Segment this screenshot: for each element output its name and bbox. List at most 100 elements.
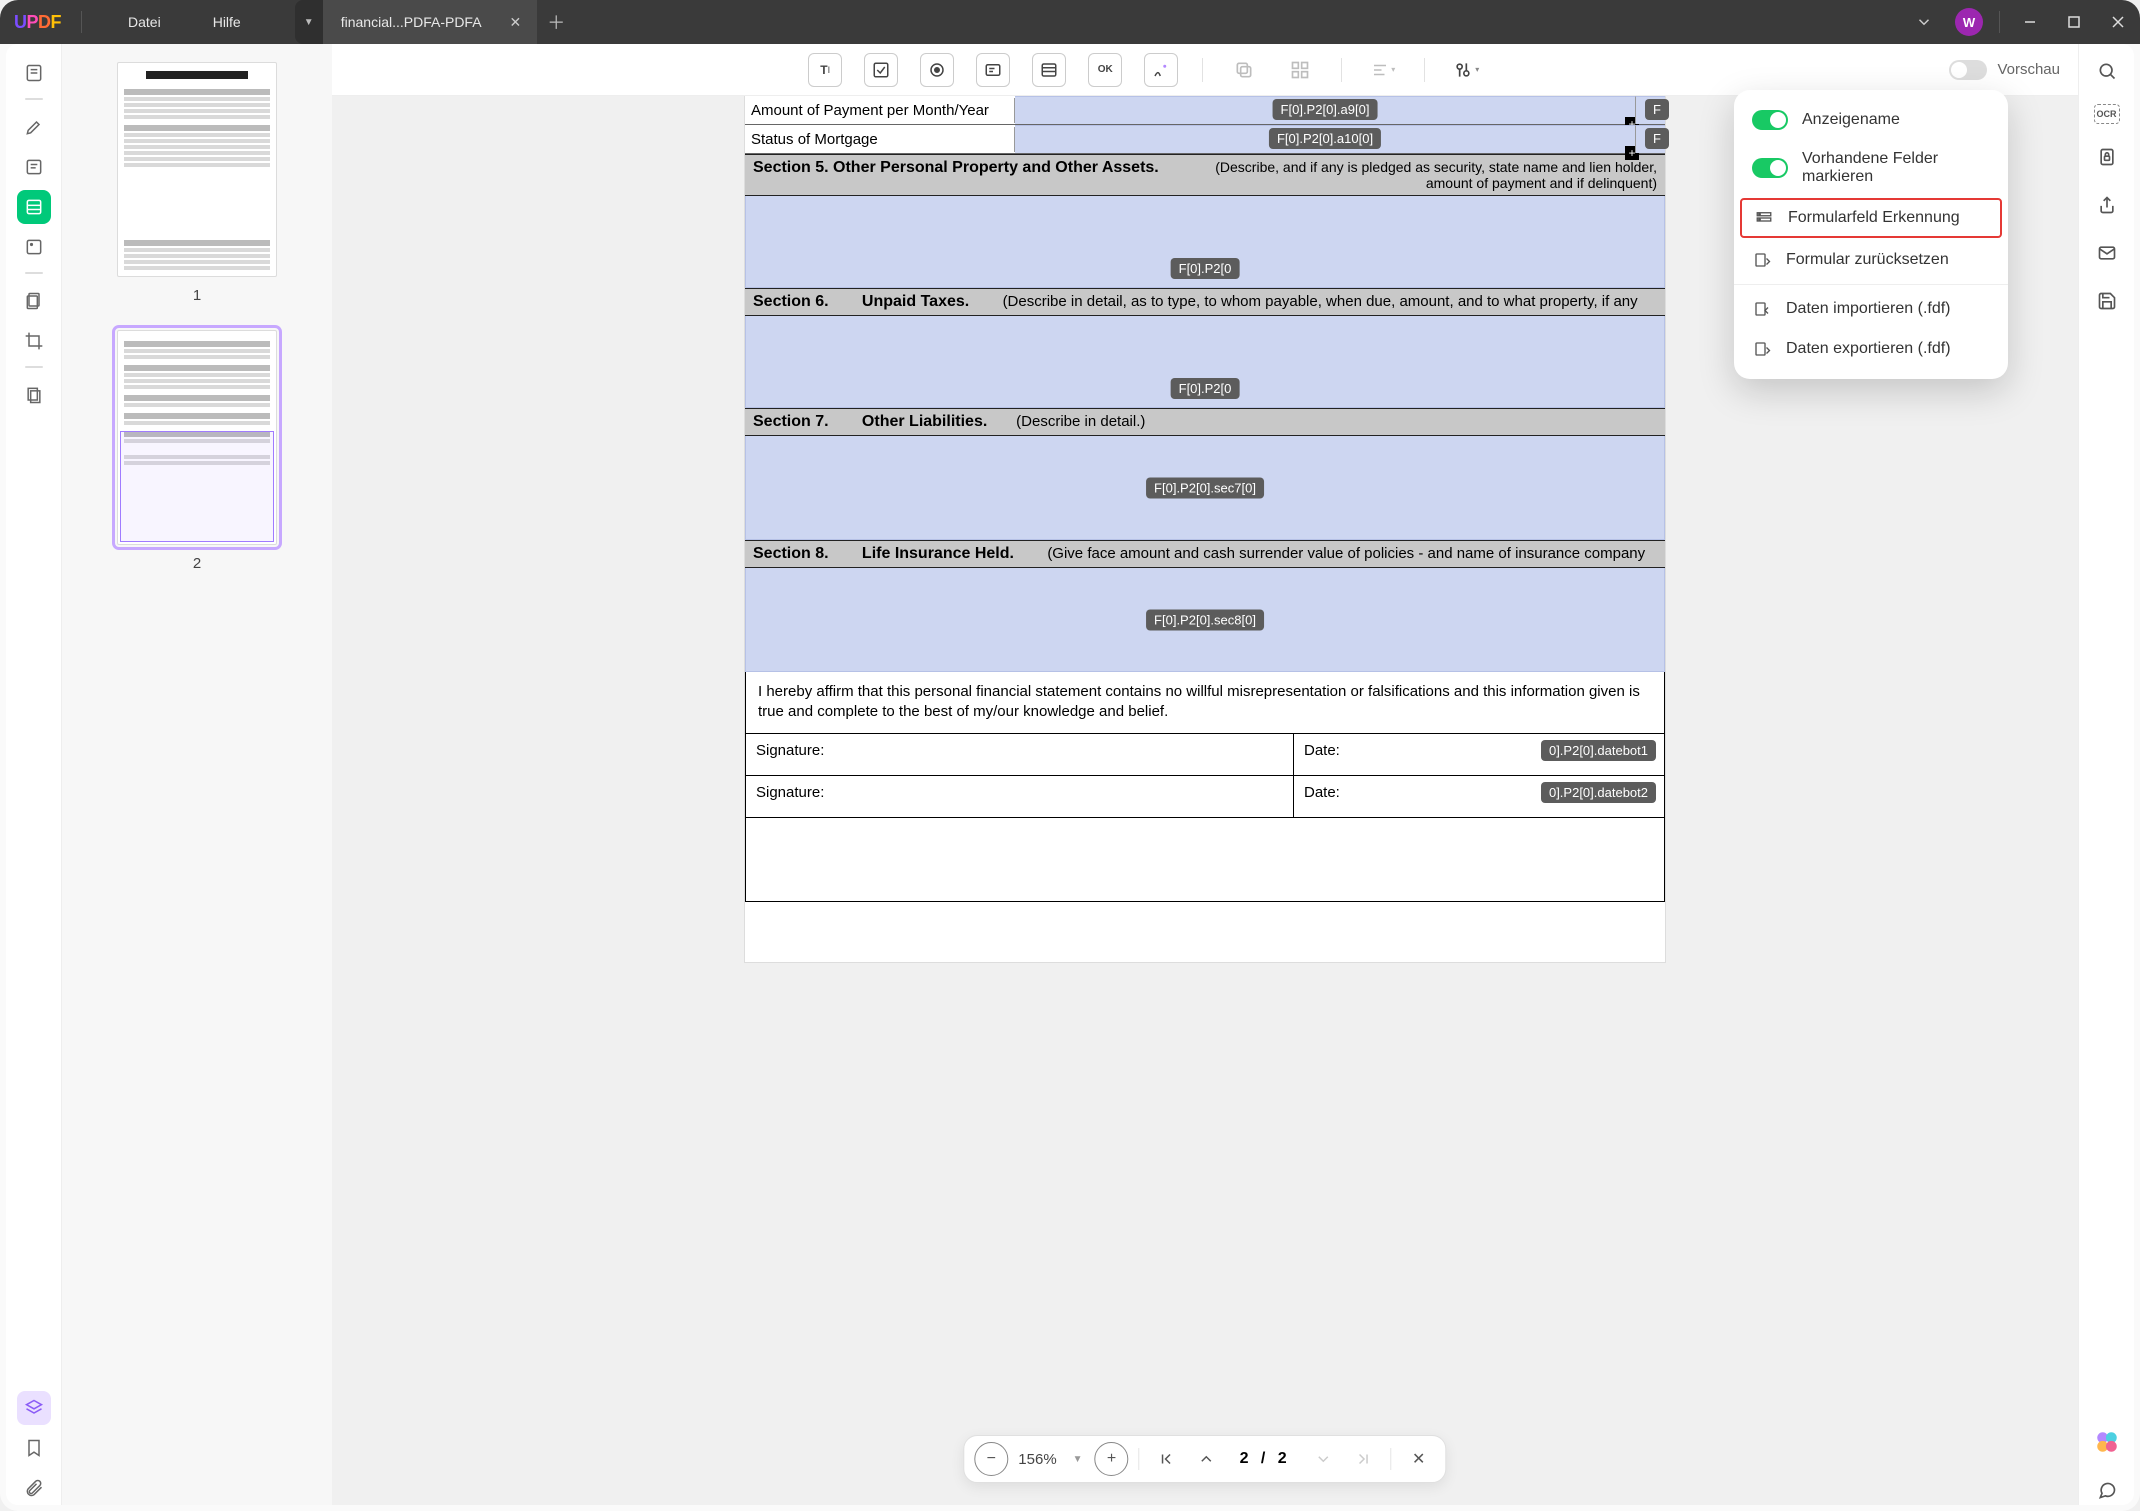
page-indicator[interactable]: 2 / 2 [1230, 1450, 1301, 1468]
section-6-field[interactable]: F[0].P2[0 [745, 316, 1665, 408]
preview-label: Vorschau [1997, 61, 2060, 78]
ai-assistant-icon[interactable] [2092, 1427, 2122, 1457]
zoom-out-button[interactable]: − [974, 1442, 1008, 1476]
zoom-level[interactable]: 156% [1014, 1451, 1060, 1468]
titlebar-chevron-icon[interactable] [1901, 5, 1947, 39]
user-avatar[interactable]: W [1955, 8, 1983, 36]
menu-file[interactable]: Datei [102, 14, 187, 30]
menu-import-data[interactable]: Daten importieren (.fdf) [1734, 289, 2008, 329]
reset-icon [1752, 250, 1772, 270]
form-field-a10[interactable]: F[0].P2[0].a10[0] + [1015, 125, 1635, 153]
mail-icon[interactable] [2092, 238, 2122, 268]
section-8-field[interactable]: F[0].P2[0].sec8[0] [745, 568, 1665, 672]
viewport-indicator [120, 431, 274, 542]
share-icon[interactable] [2092, 190, 2122, 220]
layers-icon[interactable] [17, 1391, 51, 1425]
pdf-page: Amount of Payment per Month/Year F[0].P2… [745, 96, 1665, 962]
listbox-button[interactable] [1032, 53, 1066, 87]
crop-tool-icon[interactable] [17, 324, 51, 358]
field-tag: 0].P2[0].datebot2 [1541, 782, 1656, 803]
menu-highlight-fields[interactable]: Vorhandene Felder markieren [1734, 140, 2008, 196]
organize-tool-icon[interactable] [17, 284, 51, 318]
window-minimize-button[interactable] [2008, 0, 2052, 44]
affirmation-text: I hereby affirm that this personal finan… [745, 672, 1665, 734]
section-5-field[interactable]: F[0].P2[0 [745, 196, 1665, 288]
field-tag: F[0].P2[0].a10[0] [1269, 128, 1381, 149]
tab-title: financial...PDFA-PDFA [341, 14, 482, 30]
page-thumbnail-2[interactable] [117, 330, 277, 545]
import-icon [1752, 299, 1772, 319]
signature-1-label: Signature: [746, 734, 1294, 775]
menu-help[interactable]: Hilfe [187, 14, 267, 30]
toggle-on-icon[interactable] [1752, 110, 1788, 130]
preview-toggle[interactable]: Vorschau [1949, 60, 2060, 80]
field-tag: 0].P2[0].datebot1 [1541, 740, 1656, 761]
radio-button[interactable] [920, 53, 954, 87]
text-field-button[interactable]: TI [808, 53, 842, 87]
save-icon[interactable] [2092, 286, 2122, 316]
protect-icon[interactable] [2092, 142, 2122, 172]
form-field-f1[interactable]: F [1635, 96, 1665, 124]
field-tag: F[0].P2[0 [1171, 378, 1240, 399]
menu-reset-form[interactable]: Formular zurücksetzen [1734, 240, 2008, 280]
bookmark-icon[interactable] [17, 1431, 51, 1465]
menu-recognize-fields[interactable]: Formularfeld Erkennung [1740, 198, 2002, 238]
grid-field-button [1283, 53, 1317, 87]
last-page-button [1347, 1442, 1381, 1476]
close-bottombar-button[interactable]: ✕ [1402, 1442, 1436, 1476]
copy-field-button [1227, 53, 1261, 87]
tab-close-icon[interactable]: ✕ [504, 12, 528, 33]
section-6-header: Section 6. Unpaid Taxes. (Describe in de… [745, 288, 1665, 316]
document-tab[interactable]: financial...PDFA-PDFA ✕ [323, 0, 538, 44]
checkbox-button[interactable] [864, 53, 898, 87]
first-page-button[interactable] [1150, 1442, 1184, 1476]
date-1-cell: Date: 0].P2[0].datebot1 [1294, 734, 1664, 775]
menu-display-name[interactable]: Anzeigename [1734, 100, 2008, 140]
left-tool-rail [6, 44, 62, 1505]
field-tag: F[0].P2[0].sec7[0] [1146, 477, 1264, 498]
form-settings-menu: Anzeigename Vorhandene Felder markieren … [1734, 90, 2008, 379]
export-icon [1752, 339, 1772, 359]
preview-switch-icon[interactable] [1949, 60, 1987, 80]
form-settings-button[interactable]: ▾ [1449, 53, 1483, 87]
form-field-a9[interactable]: F[0].P2[0].a9[0] + [1015, 96, 1635, 124]
comment-tool-icon[interactable] [17, 150, 51, 184]
signature-field-button[interactable] [1144, 53, 1178, 87]
right-tool-rail: OCR [2078, 44, 2134, 1505]
search-icon[interactable] [2092, 56, 2122, 86]
redact-tool-icon[interactable] [17, 378, 51, 412]
section-7-field[interactable]: F[0].P2[0].sec7[0] [745, 436, 1665, 540]
field-tag: F[0].P2[0 [1171, 258, 1240, 279]
align-field-button: ▾ [1366, 53, 1400, 87]
field-tag: F[0].P2[0].sec8[0] [1146, 609, 1264, 630]
date-2-cell: Date: 0].P2[0].datebot2 [1294, 776, 1664, 817]
zoom-dropdown-icon[interactable]: ▼ [1067, 1454, 1089, 1465]
titlebar: UPDF Datei Hilfe ▼ financial...PDFA-PDFA… [0, 0, 2140, 44]
tab-list-dropdown[interactable]: ▼ [295, 0, 323, 44]
bottom-navigation-bar: − 156% ▼ + 2 / 2 ✕ [963, 1435, 1446, 1483]
attachment-icon[interactable] [17, 1471, 51, 1505]
menu-export-data[interactable]: Daten exportieren (.fdf) [1734, 329, 2008, 369]
highlight-tool-icon[interactable] [17, 110, 51, 144]
zoom-in-button[interactable]: + [1095, 1442, 1129, 1476]
prev-page-button[interactable] [1190, 1442, 1224, 1476]
window-close-button[interactable] [2096, 0, 2140, 44]
page-thumbnail-1[interactable] [117, 62, 277, 277]
ocr-icon[interactable]: OCR [2094, 104, 2120, 124]
toggle-on-icon[interactable] [1752, 158, 1788, 178]
form-tool-icon[interactable] [17, 190, 51, 224]
edit-tool-icon[interactable] [17, 230, 51, 264]
app-logo: UPDF [14, 12, 61, 33]
next-page-button [1307, 1442, 1341, 1476]
new-tab-button[interactable]: ＋ [537, 0, 575, 44]
ok-button-field[interactable]: OK [1088, 53, 1122, 87]
feedback-icon[interactable] [2092, 1475, 2122, 1505]
reader-tool-icon[interactable] [17, 56, 51, 90]
window-maximize-button[interactable] [2052, 0, 2096, 44]
dropdown-button[interactable] [976, 53, 1010, 87]
blank-footer-row [745, 818, 1665, 902]
thumbnail-label: 2 [193, 555, 201, 572]
row-status-label: Status of Mortgage [745, 127, 1015, 152]
form-field-f2[interactable]: F [1635, 125, 1665, 153]
section-8-header: Section 8. Life Insurance Held. (Give fa… [745, 540, 1665, 568]
